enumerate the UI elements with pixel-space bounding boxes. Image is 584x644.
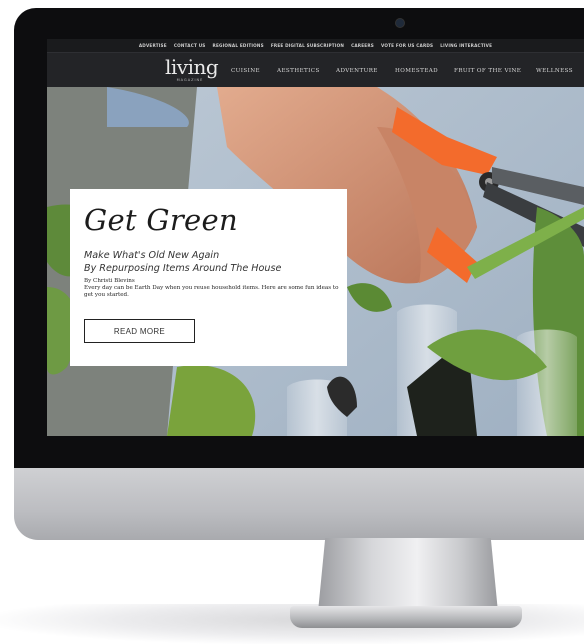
feature-card: Get Green Make What's Old New Again By R…	[70, 189, 347, 366]
monitor-screen: ADVERTISE CONTACT US REGIONAL EDITIONS F…	[47, 39, 584, 436]
utility-link-advertise[interactable]: ADVERTISE	[139, 43, 167, 48]
utility-link-contact[interactable]: CONTACT US	[174, 43, 206, 48]
feature-title[interactable]: Get Green	[84, 203, 238, 237]
feature-blurb: Every day can be Earth Day when you reus…	[84, 285, 339, 298]
camera-icon	[396, 19, 404, 27]
feature-subtitle: Make What's Old New Again By Repurposing…	[84, 249, 339, 275]
monitor-stand-base	[290, 606, 522, 628]
nav-item-homestead[interactable]: HOMESTEAD	[395, 68, 438, 74]
logo-wordmark: living	[165, 55, 219, 79]
feature-author: By Christi Blevins	[84, 278, 135, 284]
utility-link-vote[interactable]: VOTE FOR US CARDS	[381, 43, 433, 48]
site-logo[interactable]: living MAGAZINE	[165, 55, 219, 82]
feature-subtitle-line1: Make What's Old New Again	[84, 250, 220, 261]
monitor-stand	[318, 538, 498, 612]
utility-link-subscription[interactable]: FREE DIGITAL SUBSCRIPTION	[271, 43, 344, 48]
nav-item-wellness[interactable]: WELLNESS	[536, 68, 573, 74]
utility-link-careers[interactable]: CAREERS	[351, 43, 374, 48]
monitor-chin	[14, 468, 584, 540]
feature-subtitle-line2: By Repurposing Items Around The House	[84, 263, 282, 274]
nav-item-aesthetics[interactable]: AESTHETICS	[277, 68, 320, 74]
nav-item-cuisine[interactable]: CUISINE	[231, 68, 260, 74]
read-more-button[interactable]: READ MORE	[84, 319, 195, 343]
utility-link-regional[interactable]: REGIONAL EDITIONS	[213, 43, 264, 48]
utility-link-interactive[interactable]: LIVING INTERACTIVE	[440, 43, 492, 48]
nav-item-adventure[interactable]: ADVENTURE	[336, 68, 378, 74]
main-nav: living MAGAZINE CUISINE AESTHETICS ADVEN…	[47, 52, 584, 88]
hero-banner: Get Green Make What's Old New Again By R…	[47, 87, 584, 436]
nav-item-fruit-of-the-vine[interactable]: FRUIT OF THE VINE	[454, 68, 521, 74]
utility-bar: ADVERTISE CONTACT US REGIONAL EDITIONS F…	[47, 39, 584, 52]
